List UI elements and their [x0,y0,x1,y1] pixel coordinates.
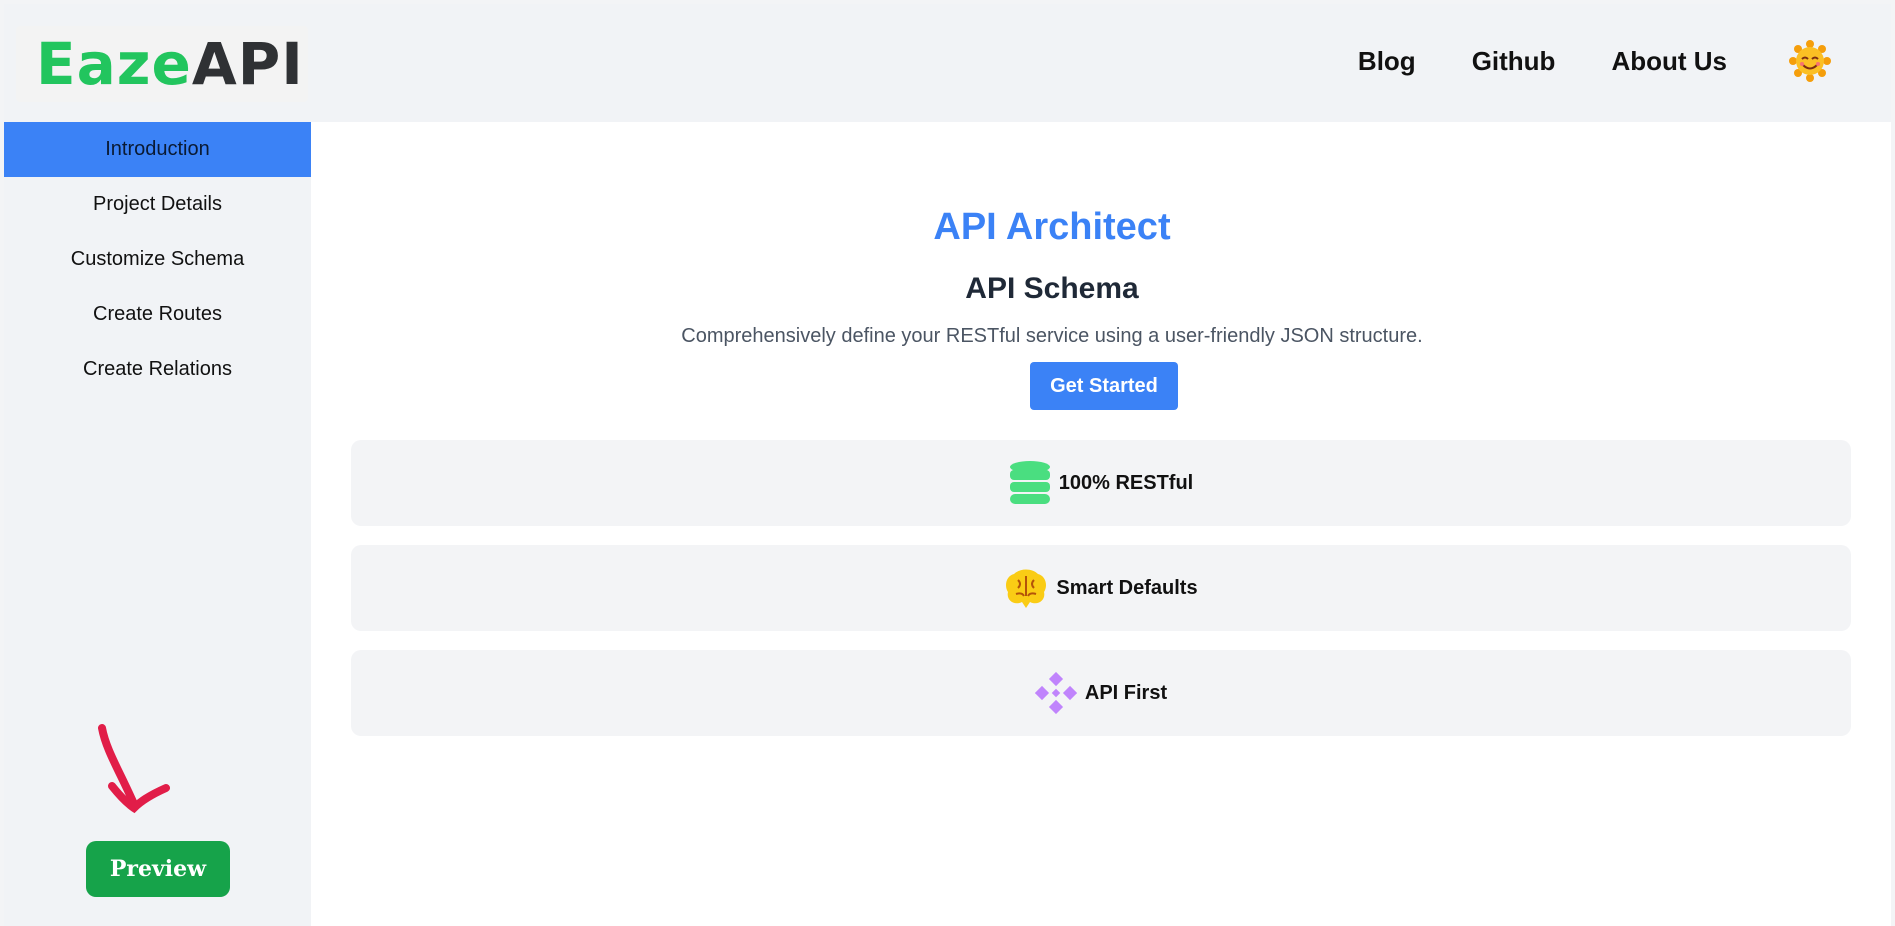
sidebar-item-project-details[interactable]: Project Details [4,177,311,232]
feature-label: API First [1084,681,1168,704]
main-content: API Architect API Schema Comprehensively… [311,122,1891,926]
nav-about-link[interactable]: About Us [1611,46,1727,77]
feature-card-restful: 100% RESTful [351,440,1851,526]
logo-text-eaze: Eaze [36,30,192,98]
sidebar-item-create-routes[interactable]: Create Routes [4,287,311,342]
logo-text-api: API [191,30,304,98]
sidebar-item-introduction[interactable]: Introduction [4,122,311,177]
sidebar: Introduction Project Details Customize S… [4,122,311,926]
page-subtitle: API Schema [965,272,1139,305]
sidebar-item-customize-schema[interactable]: Customize Schema [4,232,311,287]
nav-github-link[interactable]: Github [1472,46,1556,77]
page-title: API Architect [933,206,1171,248]
preview-button[interactable]: Preview [86,841,230,897]
get-started-button[interactable]: Get Started [1030,362,1178,410]
top-header: Eaze API Blog Github About Us [4,4,1891,122]
page-description: Comprehensively define your RESTful serv… [681,325,1423,347]
app-page: Eaze API Blog Github About Us Introducti… [0,0,1895,926]
diamond-grid-icon [1034,672,1077,714]
logo[interactable]: Eaze API [16,26,308,102]
feature-label: 100% RESTful [1058,471,1194,494]
brain-icon [1006,569,1047,608]
top-nav: Blog Github About Us [1302,40,1831,82]
feature-card-api-first: API First [351,650,1851,736]
nav-blog-link[interactable]: Blog [1358,46,1416,77]
feature-label: Smart Defaults [1056,576,1198,599]
sidebar-item-create-relations[interactable]: Create Relations [4,342,311,397]
database-icon [1009,461,1050,504]
feature-card-smart-defaults: Smart Defaults [351,545,1851,631]
annotation-arrow-icon [98,724,170,814]
smiling-sun-icon[interactable] [1789,40,1831,82]
